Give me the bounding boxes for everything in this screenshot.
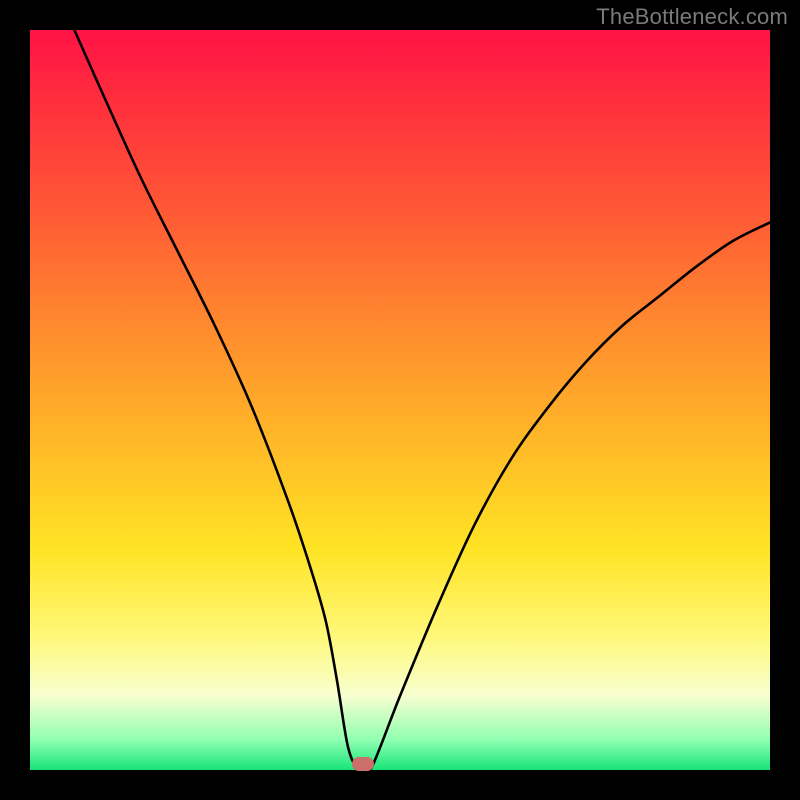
curve-path	[74, 30, 770, 776]
watermark-text: TheBottleneck.com	[596, 4, 788, 30]
line-series	[30, 30, 770, 770]
min-marker	[352, 757, 374, 771]
plot-area	[30, 30, 770, 770]
chart-frame: TheBottleneck.com	[0, 0, 800, 800]
